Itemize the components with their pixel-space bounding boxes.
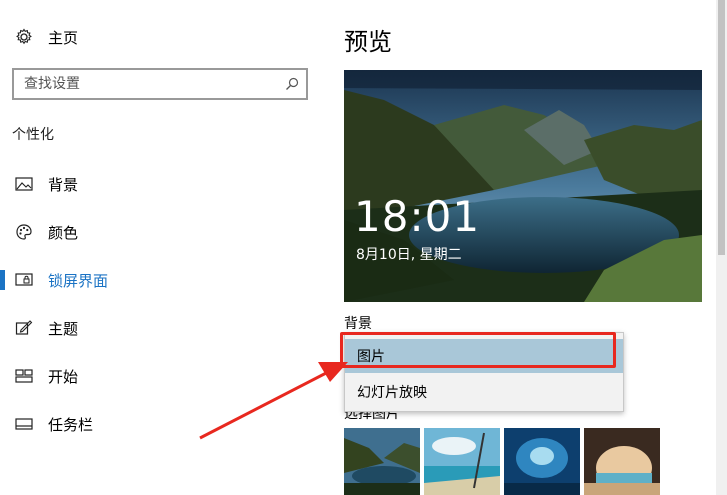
lock-screen-preview: 18:01 8月10日, 星期二	[344, 70, 702, 302]
palette-icon	[14, 222, 34, 242]
picture-icon	[14, 174, 34, 194]
background-label: 背景	[344, 316, 372, 332]
sidebar: 主页 个性化 背景	[0, 0, 325, 495]
taskbar-icon	[14, 414, 34, 434]
start-icon	[14, 366, 34, 386]
sidebar-item-themes[interactable]: 主题	[0, 304, 325, 352]
scrollbar[interactable]	[716, 0, 727, 495]
sidebar-item-start[interactable]: 开始	[0, 352, 325, 400]
sidebar-item-lock-screen[interactable]: 锁屏界面	[0, 256, 325, 304]
lock-screen-icon	[14, 270, 34, 290]
dropdown-option-slideshow[interactable]: 幻灯片放映	[345, 375, 623, 409]
sidebar-item-colors[interactable]: 颜色	[0, 208, 325, 256]
main-content: 预览 18:01 8月10日, 星期二 背景 选择图片 图片 幻灯片放映	[325, 0, 727, 495]
sidebar-item-label: 锁屏界面	[48, 271, 109, 290]
thumbnail-ice-cave[interactable]	[504, 428, 580, 495]
section-title: 个性化	[12, 127, 54, 143]
thumbnail-beach[interactable]	[424, 428, 500, 495]
theme-icon	[14, 318, 34, 338]
preview-time: 18:01	[354, 192, 481, 241]
sidebar-item-label: 任务栏	[48, 415, 94, 434]
dropdown-option-picture[interactable]: 图片	[345, 339, 623, 373]
search-input[interactable]	[14, 70, 278, 98]
sidebar-item-label: 开始	[48, 367, 79, 386]
picture-thumbnails	[344, 428, 660, 495]
sidebar-item-taskbar[interactable]: 任务栏	[0, 400, 325, 448]
page-title: 预览	[344, 28, 392, 56]
sidebar-item-label: 背景	[48, 175, 79, 194]
sidebar-item-background[interactable]: 背景	[0, 160, 325, 208]
sidebar-item-label: 颜色	[48, 223, 79, 242]
home-link[interactable]: 主页	[14, 25, 78, 49]
search-icon[interactable]	[278, 70, 306, 98]
preview-date: 8月10日, 星期二	[356, 247, 462, 263]
gear-icon	[14, 27, 34, 47]
thumbnail-lake[interactable]	[344, 428, 420, 495]
search-box	[12, 68, 308, 100]
thumbnail-sea-arch[interactable]	[584, 428, 660, 495]
background-dropdown-list[interactable]: 图片 幻灯片放映	[344, 332, 624, 412]
sidebar-item-label: 主题	[48, 319, 79, 338]
sidebar-nav: 背景 颜色 锁屏界面 主题 开始 任务栏	[0, 160, 325, 448]
preview-landscape-image	[344, 70, 702, 302]
scrollbar-thumb[interactable]	[718, 0, 725, 255]
home-label: 主页	[48, 28, 79, 47]
